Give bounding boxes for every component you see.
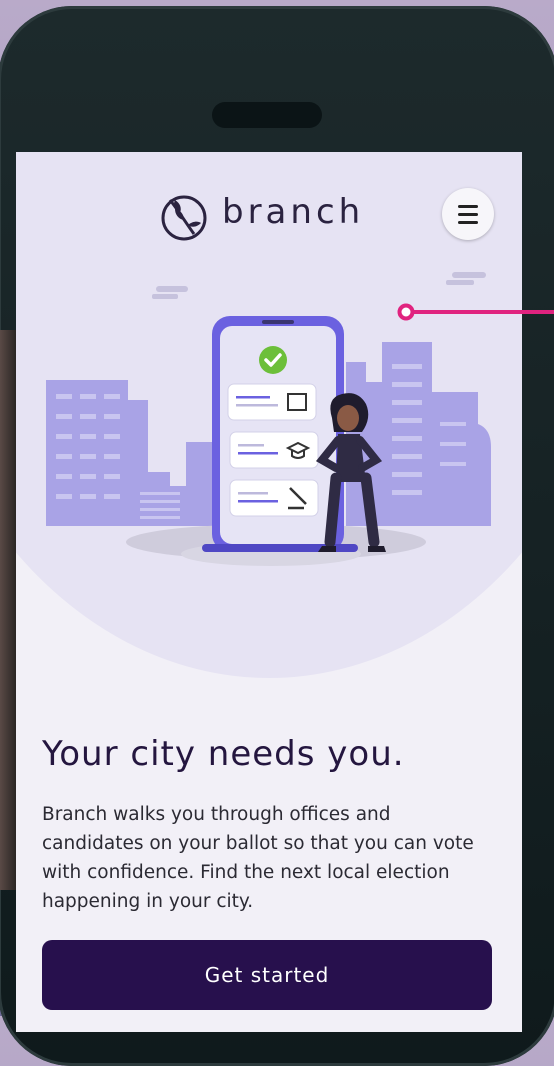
annotation-pointer-icon — [397, 303, 554, 321]
app-header: branch — [16, 152, 522, 282]
menu-button[interactable] — [442, 188, 494, 240]
brand-wordmark[interactable]: branch — [222, 192, 364, 232]
hand-edge — [0, 330, 16, 890]
phone-speaker — [212, 102, 322, 128]
hamburger-bar — [458, 213, 478, 216]
app-screen: branch Your city needs you. Branch walks… — [16, 152, 522, 1032]
hamburger-menu-icon — [458, 205, 478, 208]
hamburger-bar — [458, 221, 478, 224]
olive-branch-logo-icon[interactable] — [160, 194, 208, 242]
voting-illustration — [46, 272, 491, 566]
intro-text: Branch walks you through offices and can… — [42, 804, 474, 912]
page-headline: Your city needs you. — [42, 734, 405, 774]
get-started-button[interactable]: Get started — [42, 940, 492, 1010]
